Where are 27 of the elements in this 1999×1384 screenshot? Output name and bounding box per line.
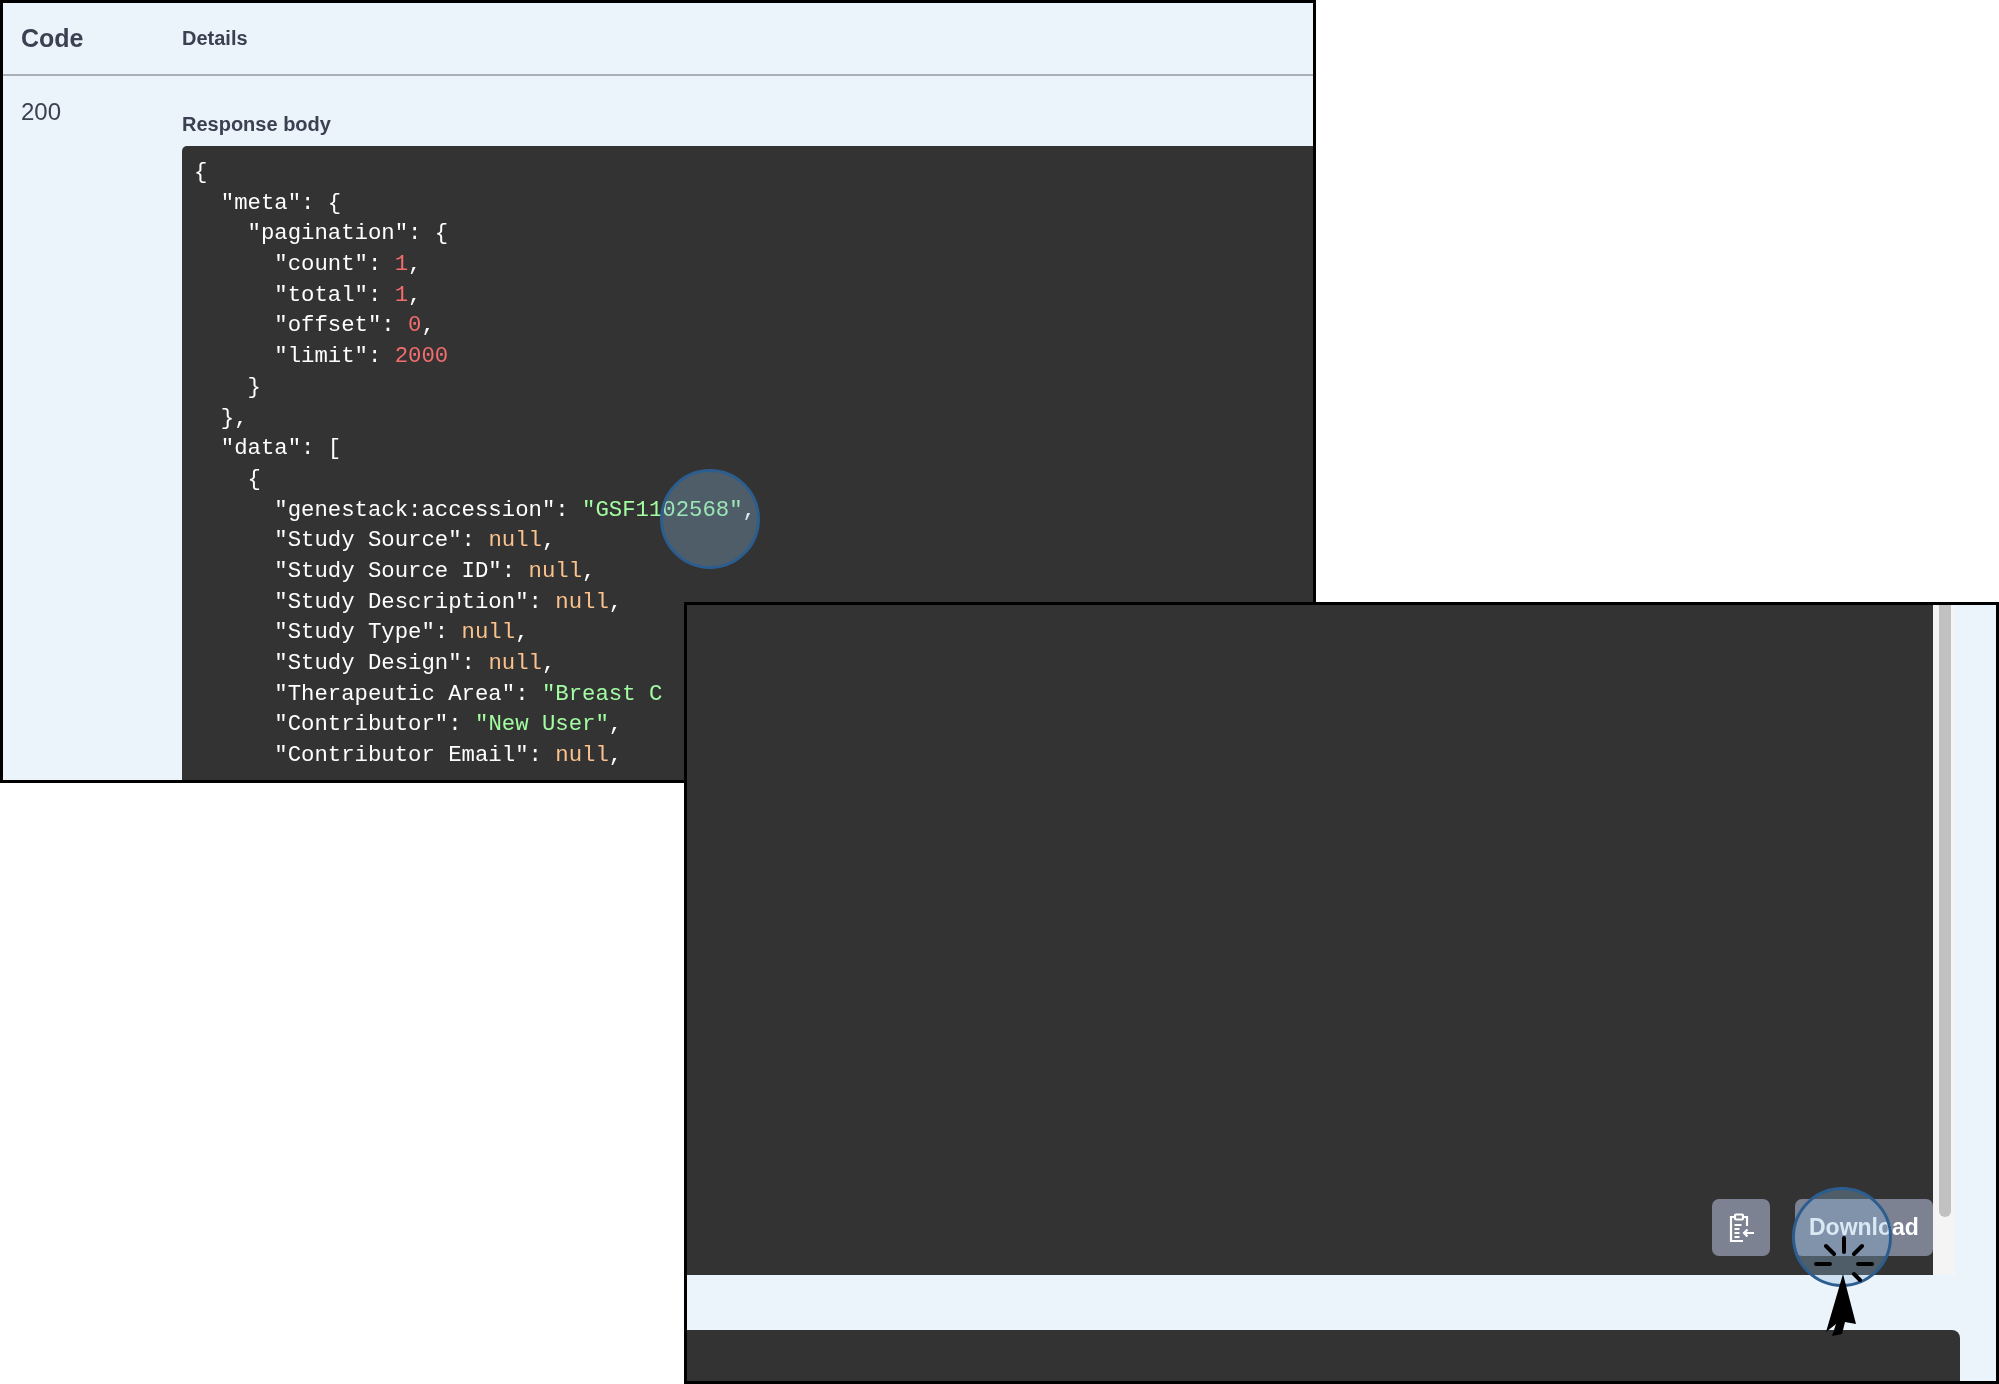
- code-line: "Study Description": null,: [273, 587, 624, 617]
- code-line: "total": 1,: [273, 280, 423, 310]
- code-line: "Contributor": "New User",: [273, 710, 624, 740]
- code-line: {: [194, 158, 209, 187]
- code-line: "offset": 0,: [273, 311, 436, 341]
- code-line: "Study Type": null,: [273, 618, 530, 648]
- code-line: "limit": 2000: [273, 342, 450, 372]
- code-line: {: [246, 464, 262, 494]
- status-code: 200: [21, 98, 62, 125]
- scrollbar[interactable]: [1933, 605, 1955, 1275]
- section-label: Response body: [182, 113, 332, 136]
- code-line: },: [219, 403, 249, 433]
- code-line: "genestack:accession": "GSF1102568",: [273, 495, 757, 525]
- code-line: "Therapeutic Area": "Breast C: [273, 679, 664, 709]
- code-line: "Study Design": null,: [273, 649, 557, 678]
- code-line: }: [246, 372, 262, 402]
- column-heading: Code: [21, 24, 84, 52]
- column-heading: Details: [182, 27, 248, 50]
- code-line: "meta": {: [219, 188, 343, 218]
- code-line: "count": 1,: [273, 250, 423, 280]
- clipboard-icon: [1727, 1212, 1755, 1243]
- code-line: "pagination": {: [246, 219, 450, 249]
- code-line: "data": [: [219, 434, 343, 464]
- code-line: "Contributor Email": null,: [273, 741, 624, 771]
- copy-button[interactable]: [1712, 1199, 1770, 1256]
- code-line: "Study Source ID": null,: [273, 556, 597, 586]
- code-line: "Study Source": null,: [273, 526, 557, 556]
